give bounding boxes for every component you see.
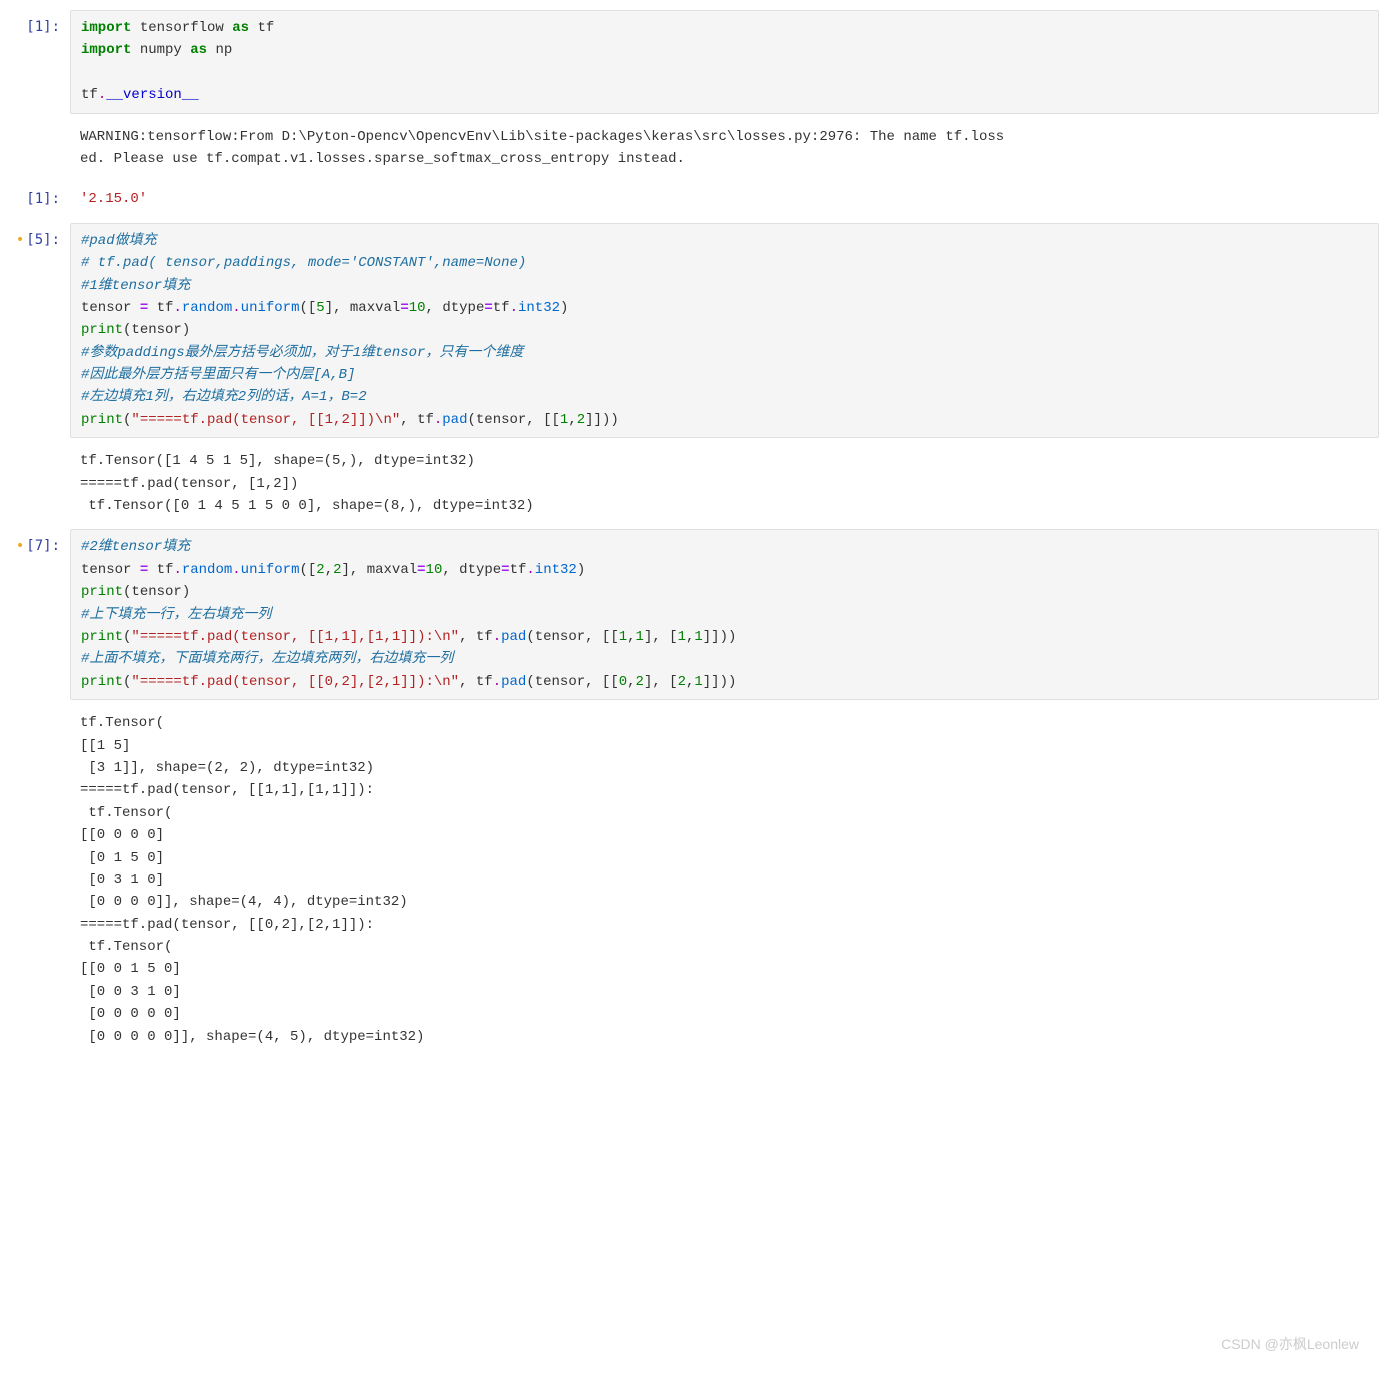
output-text-1: '2.15.0'	[80, 188, 1369, 210]
code-input-5[interactable]: #pad做填充 # tf.pad( tensor,paddings, mode=…	[70, 223, 1379, 439]
prompt-in-7: [7]:	[0, 529, 70, 557]
output-text-5: tf.Tensor([1 4 5 1 5], shape=(5,), dtype…	[80, 450, 1369, 517]
output-warning-1: WARNING:tensorflow:From D:\Pyton-Opencv\…	[0, 120, 1379, 177]
output-cell-7: tf.Tensor( [[1 5] [3 1]], shape=(2, 2), …	[0, 706, 1379, 1054]
code-input-7[interactable]: #2维tensor填充 tensor = tf.random.uniform([…	[70, 529, 1379, 700]
warning-text: WARNING:tensorflow:From D:\Pyton-Opencv\…	[80, 126, 1369, 171]
prompt-in-1: [1]:	[0, 10, 70, 38]
dunder-version: __version__	[106, 87, 198, 103]
code-cell-7: [7]: #2维tensor填充 tensor = tf.random.unif…	[0, 529, 1379, 700]
output-cell-5: tf.Tensor([1 4 5 1 5], shape=(5,), dtype…	[0, 444, 1379, 523]
code-cell-1: [1]: import tensorflow as tf import nump…	[0, 10, 1379, 114]
prompt-out-1: [1]:	[0, 182, 70, 210]
comment: #pad做填充	[81, 233, 157, 249]
prompt-in-5: [5]:	[0, 223, 70, 251]
watermark: CSDN @亦枫Leonlew	[1221, 1333, 1359, 1355]
code-cell-5: [5]: #pad做填充 # tf.pad( tensor,paddings, …	[0, 223, 1379, 439]
code-input-1[interactable]: import tensorflow as tf import numpy as …	[70, 10, 1379, 114]
output-text-7: tf.Tensor( [[1 5] [3 1]], shape=(2, 2), …	[80, 712, 1369, 1048]
output-cell-1: [1]: '2.15.0'	[0, 182, 1379, 216]
kw: import	[81, 20, 131, 36]
